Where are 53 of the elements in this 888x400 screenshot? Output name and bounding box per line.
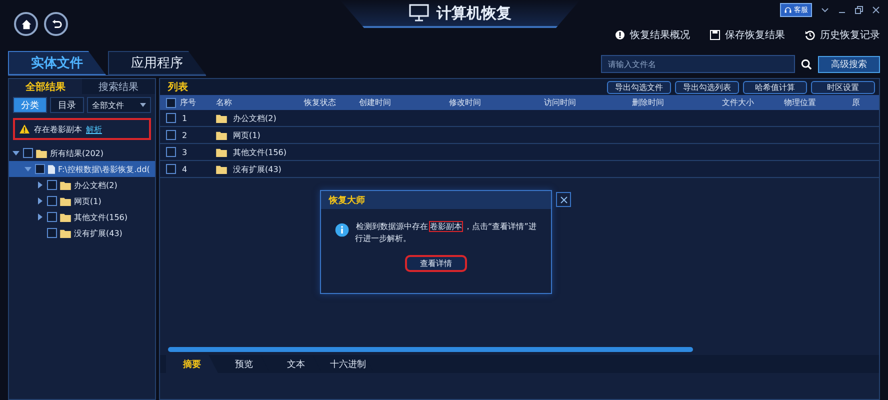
list-action-button[interactable]: 哈希值计算 [743,80,807,94]
file-name: 网页(1) [233,130,260,140]
file-name: 其他文件(156) [233,146,287,158]
main-tab[interactable]: 实体文件 [8,51,106,75]
tree-label: 其他文件(156) [74,212,128,222]
file-name: 办公文档(2) [233,112,276,124]
header-link[interactable]: 保存恢复结果 [710,28,785,42]
search-field[interactable]: 请输入文件名 [601,55,795,73]
tree-label: 办公文档(2) [74,180,118,190]
tree-item[interactable]: F:\控根数据\卷影恢复.dd( [9,161,155,177]
detail-tab[interactable]: 摘要 [166,355,218,373]
main-tab[interactable]: 应用程序 [108,51,206,75]
column-header[interactable]: 序号 [180,97,196,108]
tree-item[interactable]: 没有扩展(43) [9,225,155,241]
parse-link[interactable]: 解析 [86,124,102,134]
column-header[interactable]: 原 [852,97,860,108]
header-link[interactable]: 历史恢复记录 [805,28,880,42]
advanced-search-button[interactable]: 高级搜索 [818,56,880,72]
result-tab[interactable]: 全部结果 [9,79,82,94]
view-button[interactable]: 目录 [50,97,84,113]
row-index: 1 [182,114,188,122]
tree-item[interactable]: 网页(1) [9,193,155,209]
row-index: 4 [182,164,188,174]
file-type-dropdown[interactable]: 全部文件 [87,97,151,113]
view-details-button[interactable]: 查看详情 [405,255,467,272]
list-title: 列表 [168,80,188,94]
column-header[interactable]: 删除时间 [632,97,664,108]
warning-text: 存在卷影副本 [34,124,82,134]
column-header[interactable]: 访问时间 [544,97,576,108]
file-name: 没有扩展(43) [233,164,282,174]
column-header[interactable]: 物理位置 [784,97,816,108]
column-header[interactable]: 修改时间 [449,97,481,108]
column-header[interactable]: 恢复状态 [304,97,336,108]
column-header[interactable]: 文件大小 [722,97,754,108]
tree-label: 所有结果(202) [50,148,104,158]
row-index: 3 [182,148,188,156]
tree-item[interactable]: 办公文档(2) [9,177,155,193]
tree-label: F:\控根数据\卷影恢复.dd( [58,164,150,174]
list-action-button[interactable]: 时区设置 [811,80,875,94]
column-header[interactable]: 创建时间 [359,97,391,108]
list-action-button[interactable]: 导出勾选文件 [607,80,671,94]
view-button[interactable]: 分类 [13,97,47,113]
window-title: 计算机恢复 [436,4,512,22]
tree-label: 网页(1) [74,196,102,206]
dialog-message: 检测到数据源中存在 卷影副本 ，点击“查看详情”进行进一步解析。 [355,221,538,245]
list-action-button[interactable]: 导出勾选列表 [675,80,739,94]
tree-item[interactable]: 其他文件(156) [9,209,155,225]
column-header[interactable]: 名称 [216,97,232,108]
header-link[interactable]: 恢复结果概况 [615,28,690,42]
tree-item[interactable]: 所有结果(202) [9,145,155,161]
tree-label: 没有扩展(43) [74,228,122,238]
dialog-title: 恢复大师 [329,194,365,206]
row-index: 2 [182,130,188,140]
